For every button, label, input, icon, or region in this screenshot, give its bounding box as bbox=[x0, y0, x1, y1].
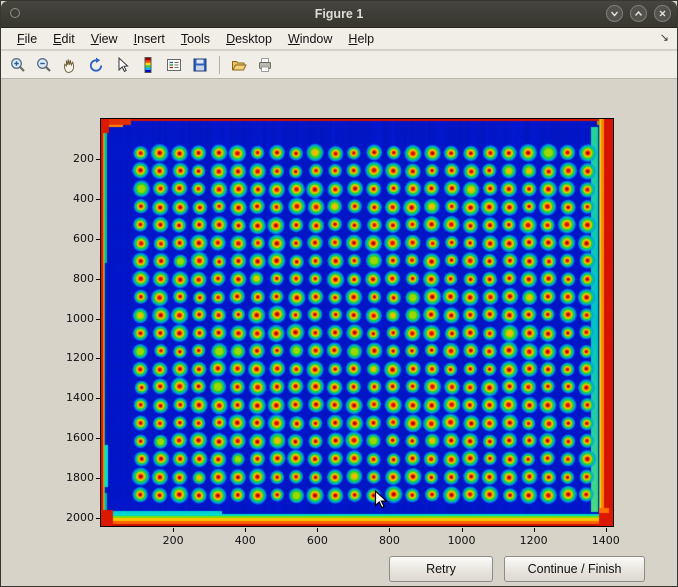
menu-edit[interactable]: Edit bbox=[45, 30, 83, 48]
titlebar[interactable]: Figure 1 bbox=[1, 1, 677, 28]
pan-icon[interactable] bbox=[58, 53, 82, 76]
menu-desktop[interactable]: Desktop bbox=[218, 30, 280, 48]
data-cursor-icon[interactable] bbox=[110, 53, 134, 76]
insert-legend-icon[interactable] bbox=[162, 53, 186, 76]
minimize-button[interactable] bbox=[606, 5, 623, 22]
open-folder-icon[interactable] bbox=[227, 53, 251, 76]
chevron-down-icon bbox=[609, 8, 620, 19]
zoom-in-icon[interactable] bbox=[6, 53, 30, 76]
print-icon[interactable] bbox=[253, 53, 277, 76]
save-icon[interactable] bbox=[188, 53, 212, 76]
menu-view[interactable]: View bbox=[83, 30, 126, 48]
maximize-button[interactable] bbox=[630, 5, 647, 22]
continue-finish-button[interactable]: Continue / Finish bbox=[504, 556, 645, 582]
toolbar-separator bbox=[219, 56, 220, 74]
menubar: FileEditViewInsertToolsDesktopWindowHelp… bbox=[1, 28, 677, 50]
menu-tools[interactable]: Tools bbox=[173, 30, 218, 48]
figure-window: Figure 1 FileEditViewInsertToolsDesktopW… bbox=[0, 0, 678, 587]
close-button[interactable] bbox=[654, 5, 671, 22]
microarray-image[interactable] bbox=[100, 118, 614, 527]
menu-insert[interactable]: Insert bbox=[126, 30, 173, 48]
menu-window[interactable]: Window bbox=[280, 30, 340, 48]
menu-help[interactable]: Help bbox=[340, 30, 382, 48]
window-controls bbox=[606, 5, 671, 22]
zoom-out-icon[interactable] bbox=[32, 53, 56, 76]
menu-file[interactable]: File bbox=[9, 30, 45, 48]
rotate-3d-icon[interactable] bbox=[84, 53, 108, 76]
toolbar bbox=[1, 51, 677, 79]
colorbar-icon[interactable] bbox=[136, 53, 160, 76]
window-title: Figure 1 bbox=[1, 1, 677, 27]
chevron-up-icon bbox=[633, 8, 644, 19]
close-icon bbox=[657, 8, 668, 19]
retry-button[interactable]: Retry bbox=[389, 556, 493, 582]
undock-arrow-icon[interactable]: ↘ bbox=[660, 31, 669, 44]
